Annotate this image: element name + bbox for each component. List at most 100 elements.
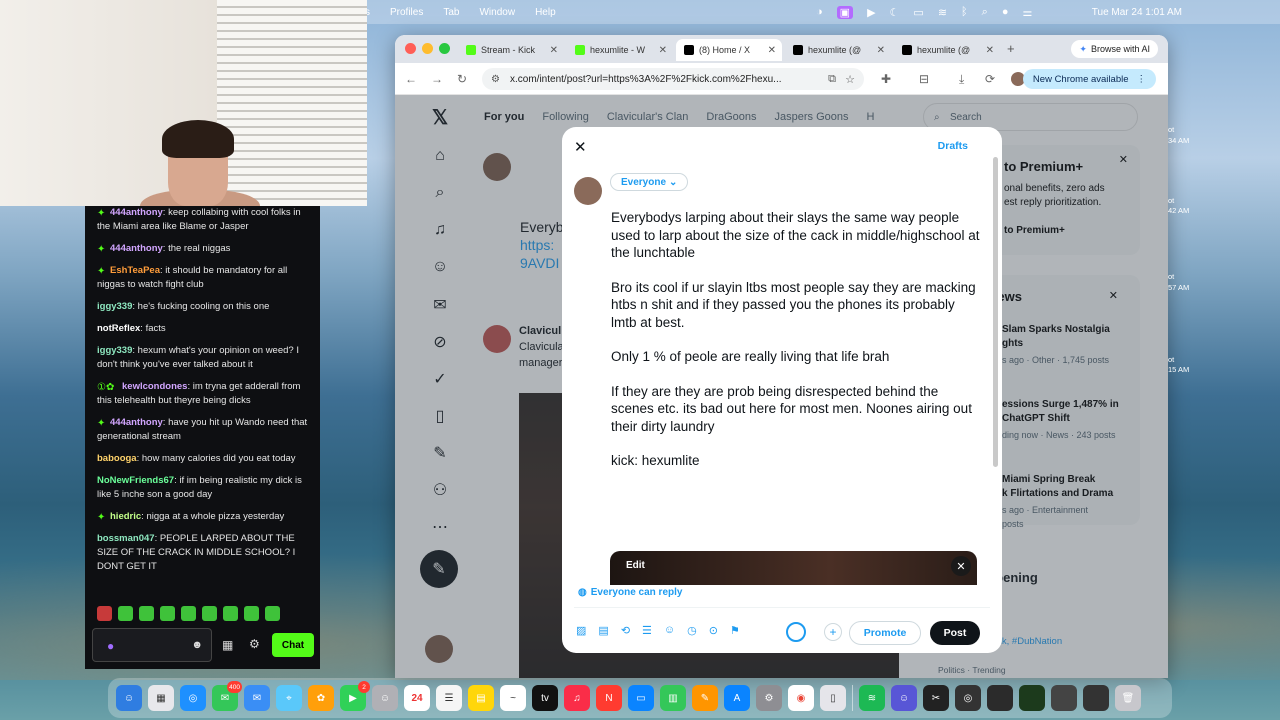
close-window-button[interactable] [405, 43, 416, 54]
battery-icon[interactable]: ▭ [913, 6, 923, 19]
sync-icon[interactable]: ⟳ [985, 72, 995, 86]
close-tab-icon[interactable]: ✕ [550, 45, 558, 56]
tab-hexumlite-x[interactable]: hexumlite (@ ✕ [785, 39, 891, 61]
spotlight-search-icon[interactable]: ⌕ [982, 6, 988, 19]
chat-username[interactable]: EshTeaPea [110, 265, 160, 276]
chat-badge-icon[interactable]: ✦ [97, 265, 107, 277]
gear-icon[interactable]: ⚙ [249, 637, 260, 651]
screen-record-icon[interactable]: ▣ [836, 5, 854, 19]
chat-username[interactable]: 444anthony [110, 417, 163, 428]
download-icon[interactable]: ⤓ [959, 72, 964, 87]
chat-badge-icon[interactable]: ✦ [97, 243, 107, 255]
notes-icon[interactable]: ▤ [468, 685, 494, 711]
contacts-icon[interactable]: ☺ [372, 685, 398, 711]
emoji-icon[interactable]: ☺ [664, 624, 675, 637]
chat-badge-icon[interactable]: ①✿ [97, 381, 119, 393]
image-icon[interactable]: ▨ [576, 624, 586, 637]
chat-username[interactable]: bossman047 [97, 533, 155, 544]
chat-username[interactable]: 444anthony [110, 243, 163, 254]
gif-icon[interactable]: ▤ [598, 624, 608, 637]
safari-icon[interactable]: ◎ [180, 685, 206, 711]
chat-username[interactable]: kewlcondones [122, 381, 187, 392]
chat-badge-icon[interactable]: ✦ [97, 511, 107, 523]
flag-icon[interactable]: ⚑ [730, 624, 740, 637]
emoji-icon[interactable]: ☻ [191, 639, 203, 651]
location-icon[interactable]: ⊙ [709, 624, 718, 637]
capcut-icon[interactable]: ✂ [923, 685, 949, 711]
chat-username[interactable]: iggy339 [97, 301, 132, 312]
maps-icon[interactable]: ⌖ [276, 685, 302, 711]
bookmark-star-icon[interactable]: ☆ [845, 73, 855, 86]
new-chrome-available-button[interactable]: New Chrome available ⋮ [1022, 69, 1156, 89]
post-button[interactable]: Post [930, 621, 980, 645]
menu-item-help[interactable]: Help [535, 7, 556, 18]
apple-tv-icon[interactable]: tv [532, 685, 558, 711]
tab-stream-kick[interactable]: Stream - Kick ✕ [458, 39, 564, 61]
chat-badge-icon[interactable]: ✦ [97, 207, 107, 219]
schedule-icon[interactable]: ◷ [687, 624, 697, 637]
control-center-icon[interactable]: ⚌ [1022, 6, 1032, 19]
forward-icon[interactable]: → [431, 72, 443, 86]
emote-icon[interactable] [223, 606, 238, 621]
close-tab-icon[interactable]: ✕ [768, 45, 776, 56]
address-bar[interactable]: ⚙ x.com/intent/post?url=https%3A%2F%2Fki… [482, 68, 864, 90]
emote-icon[interactable] [97, 606, 112, 621]
notification-peek[interactable]: 15 AM [1168, 365, 1189, 374]
notification-peek[interactable]: 42 AM [1168, 206, 1189, 215]
chrome-icon[interactable]: ◉ [788, 685, 814, 711]
app-store-icon[interactable]: A [724, 685, 750, 711]
reload-icon[interactable]: ↻ [457, 72, 467, 86]
emote-icon[interactable] [160, 606, 175, 621]
photos-icon[interactable]: ✿ [308, 685, 334, 711]
chat-send-button[interactable]: Chat [272, 633, 314, 657]
emote-icon[interactable] [139, 606, 154, 621]
facetime-icon[interactable]: ▶ 2 [340, 681, 370, 711]
window-thumbnail[interactable] [987, 685, 1013, 711]
back-icon[interactable]: ← [405, 72, 417, 86]
notification-peek[interactable]: ot [1168, 125, 1174, 134]
promote-button[interactable]: Promote [849, 621, 921, 645]
audience-selector[interactable]: Everyone ⌄ [610, 173, 689, 191]
poll-icon[interactable]: ☰ [642, 624, 652, 637]
messages-icon[interactable]: ✉ 400 [212, 681, 242, 711]
obs-icon[interactable]: ◎ [955, 685, 981, 711]
chat-username[interactable]: hiedric [110, 511, 141, 522]
close-tab-icon[interactable]: ✕ [877, 45, 885, 56]
add-thread-button[interactable]: + [824, 623, 842, 641]
edit-button[interactable]: Edit [626, 560, 645, 571]
pages-icon[interactable]: ✎ [692, 685, 718, 711]
chat-badge-icon[interactable]: ✦ [97, 417, 107, 429]
discord-icon[interactable]: ☺ [891, 685, 917, 711]
finder-icon[interactable]: ☺ [116, 685, 142, 711]
more-menu-icon[interactable]: ⋮ [1137, 74, 1147, 85]
scrollbar[interactable] [993, 157, 998, 467]
emote-icon[interactable] [265, 606, 280, 621]
mail-icon[interactable]: ✉ [244, 685, 270, 711]
menu-clock[interactable]: Tue Mar 24 1:01 AM [1092, 7, 1182, 18]
numbers-icon[interactable]: ▥ [660, 685, 686, 711]
close-tab-icon[interactable]: ✕ [659, 45, 667, 56]
tab-search-icon[interactable]: ⊟ [919, 72, 929, 86]
store-icon[interactable]: ▦ [222, 638, 233, 652]
music-icon[interactable]: ♫ [564, 685, 590, 711]
new-tab-icon[interactable]: + [1007, 41, 1015, 56]
moon-icon[interactable]: ☾ [890, 6, 900, 19]
keynote-icon[interactable]: ▭ [628, 685, 654, 711]
extensions-icon[interactable]: ✚ [881, 72, 891, 86]
chat-username[interactable]: babooga [97, 453, 137, 464]
window-thumbnail[interactable] [1051, 685, 1077, 711]
trash-icon[interactable]: 🗑 [1115, 685, 1141, 711]
browse-with-ai-button[interactable]: ✦ Browse with AI [1071, 40, 1158, 58]
microphone-icon[interactable]: ● [107, 639, 114, 653]
menu-item-profiles[interactable]: Profiles [390, 7, 423, 18]
tab-hexumlite-x-2[interactable]: hexumlite (@ ✕ [894, 39, 1000, 61]
spotify-icon[interactable]: ≋ [859, 685, 885, 711]
status-app-icon[interactable]: ◑ [816, 6, 823, 19]
menu-item-tab[interactable]: Tab [443, 7, 459, 18]
emote-icon[interactable] [181, 606, 196, 621]
minimize-window-button[interactable] [422, 43, 433, 54]
freeform-icon[interactable]: ~ [500, 685, 526, 711]
calendar-icon[interactable]: 24 [404, 685, 430, 711]
notification-peek[interactable]: ot [1168, 355, 1174, 364]
tab-hexumlite-kick[interactable]: hexumlite - W ✕ [567, 39, 673, 61]
